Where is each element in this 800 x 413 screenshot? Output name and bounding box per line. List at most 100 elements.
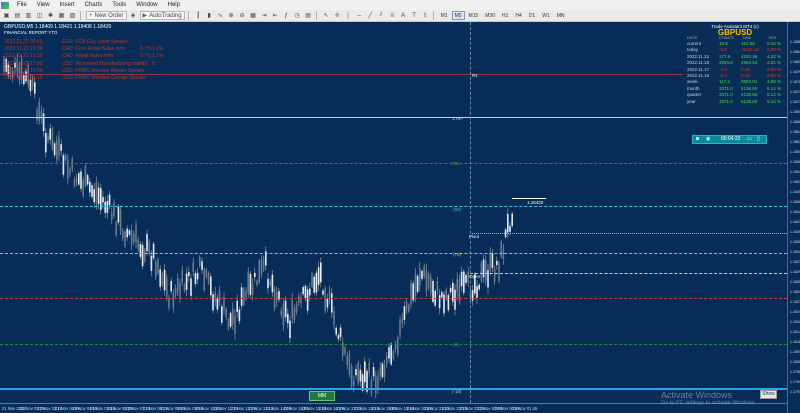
trade-assistant-usd: 5136.60	[741, 85, 758, 91]
candle-body	[245, 291, 247, 298]
menu-view[interactable]: View	[32, 0, 55, 10]
candle-body	[139, 244, 142, 257]
mm-button[interactable]: MM	[309, 391, 335, 401]
auto-scroll-icon[interactable]: ⇥	[260, 11, 269, 20]
new-order-button[interactable]: + New Order	[86, 11, 127, 20]
indicators-icon[interactable]: ƒ	[282, 11, 291, 20]
candle-body	[425, 270, 428, 291]
candle-body	[289, 320, 291, 339]
candle-body	[293, 308, 296, 320]
news-time: 2022.11.22 15:30	[4, 53, 43, 60]
candle-body	[111, 212, 113, 220]
candlestick-icon[interactable]: ▮	[205, 11, 214, 20]
trade-assistant-date: 2022.11.21	[687, 53, 710, 59]
menu-charts[interactable]: Charts	[80, 0, 108, 10]
templates-icon[interactable]: ▤	[304, 11, 313, 20]
market-watch-icon[interactable]: ▥	[24, 11, 33, 20]
menu-window[interactable]: Window	[131, 0, 162, 10]
autotrading-button[interactable]: ▶ AutoTrading	[139, 11, 185, 20]
zoom-in-icon[interactable]: ⊕	[227, 11, 236, 20]
vertical-line-icon[interactable]: │	[344, 11, 353, 20]
timeframe-h1[interactable]: H1	[499, 11, 511, 20]
tile-windows-icon[interactable]: ▦	[249, 11, 258, 20]
price-tick: 1.18440	[790, 210, 800, 214]
trade-assistant-usd: 163.58	[741, 41, 755, 46]
candle-body	[214, 292, 216, 301]
timeframe-w1[interactable]: W1	[539, 11, 553, 20]
book-icon[interactable]: ▯	[757, 136, 760, 143]
candle-body	[478, 284, 480, 290]
candle-body	[348, 353, 351, 375]
timeframe-m5[interactable]: M5	[451, 11, 465, 20]
trade-assistant-points: 10.9	[719, 41, 728, 46]
candle-body	[75, 177, 78, 184]
candle-body	[159, 269, 161, 287]
header-usd: USD	[743, 35, 752, 40]
timeframe-h4[interactable]: H4	[512, 11, 524, 20]
cursor-icon[interactable]: ↖	[322, 11, 331, 20]
level-78-line	[0, 253, 787, 254]
activate-windows-watermark: Activate Windows Go to PC settings to ac…	[661, 390, 756, 406]
equidistant-channel-icon[interactable]: ⫽	[377, 11, 386, 20]
candle-body	[251, 283, 254, 295]
trade-assistant-date: year	[687, 98, 696, 104]
tab-icon[interactable]: ▭	[747, 136, 752, 143]
timeframe-m30[interactable]: M30	[482, 11, 498, 20]
news-v2: 0	[152, 60, 155, 67]
candle-body	[500, 241, 502, 257]
new-chart-icon[interactable]: ▣	[2, 11, 11, 20]
menu-tools[interactable]: Tools	[107, 0, 131, 10]
horizontal-line-icon[interactable]: ─	[355, 11, 364, 20]
menu-file[interactable]: File	[12, 0, 32, 10]
price-tick: 1.18840	[790, 50, 800, 54]
fibonacci-icon[interactable]: ≡	[388, 11, 397, 20]
menu-help[interactable]: Help	[163, 0, 185, 10]
periods-icon[interactable]: ◷	[293, 11, 302, 20]
text-tool-icon[interactable]: A	[399, 11, 408, 20]
tester-icon[interactable]: ▧	[68, 11, 77, 20]
candle-body	[201, 261, 203, 270]
toolbar-separator	[80, 11, 81, 20]
candle-body	[509, 225, 511, 232]
bar-chart-icon[interactable]: ┃	[194, 11, 203, 20]
timer-widget[interactable]: ◙ ◉ 00:04:32 ▭ ▯	[692, 135, 767, 144]
metaeditor-icon[interactable]: ◈	[129, 11, 138, 20]
candle-body	[370, 379, 373, 394]
current-price-label: 1.18420	[527, 200, 544, 205]
terminal-icon[interactable]: ▦	[57, 11, 66, 20]
timeframe-m1[interactable]: M1	[438, 11, 451, 20]
level-30-line	[0, 298, 787, 299]
candle-body	[408, 304, 410, 312]
line-chart-icon[interactable]: ∿	[216, 11, 225, 20]
crosshair-icon[interactable]: ✛	[333, 11, 342, 20]
timeframe-d1[interactable]: D1	[526, 11, 538, 20]
eye-icon[interactable]: ◉	[706, 136, 710, 143]
show-button[interactable]: Show	[760, 390, 777, 399]
candle-body	[196, 272, 199, 280]
trade-assistant-points: 3371.0	[719, 92, 733, 98]
profiles-icon[interactable]: ▤	[13, 11, 22, 20]
candle-body	[137, 239, 139, 249]
news-event: USD: FOMC Member George Speaks	[62, 75, 146, 82]
candle-body	[460, 271, 463, 287]
camera-icon[interactable]: ◙	[696, 136, 699, 143]
candle-body	[102, 197, 104, 203]
candle-body	[185, 273, 188, 290]
chart-shift-icon[interactable]: ⇤	[271, 11, 280, 20]
timeframe-m15[interactable]: M15	[466, 11, 482, 20]
trendline-icon[interactable]: ╱	[366, 11, 375, 20]
candle-body	[93, 189, 95, 203]
timeframe-mn[interactable]: MN	[554, 11, 568, 20]
zoom-out-icon[interactable]: ⊖	[238, 11, 247, 20]
level-50-line	[0, 206, 787, 207]
navigator-icon[interactable]: ✱	[46, 11, 55, 20]
label-tool-icon[interactable]: T	[410, 11, 419, 20]
chart-window[interactable]: GBPUSD,M5 1.18409 1.18421 1.18408 1.1842…	[0, 22, 800, 413]
menu-insert[interactable]: Insert	[55, 0, 80, 10]
trade-assistant-points: 3253.8	[719, 60, 733, 66]
price-scale[interactable]: 1.18865 1.18840 1.18815 1.18790 1.18765 1.187…	[787, 22, 800, 413]
data-window-icon[interactable]: ◫	[35, 11, 44, 20]
r1-line	[0, 74, 787, 75]
arrows-tool-icon[interactable]: ⇧	[421, 11, 430, 20]
candle-body	[221, 306, 223, 323]
